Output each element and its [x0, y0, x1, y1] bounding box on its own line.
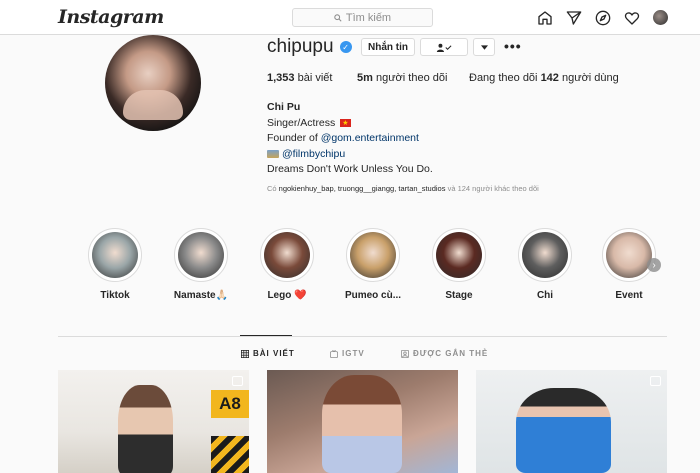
bio-founder-prefix: Founder of	[267, 132, 321, 145]
highlight-item[interactable]: Stage	[429, 228, 489, 301]
search-placeholder: Tìm kiếm	[345, 11, 392, 24]
bio-name: Chi Pu	[267, 101, 301, 113]
post-figure-image	[322, 375, 402, 473]
highlights-next-arrow-icon[interactable]: ›	[647, 258, 661, 272]
tab-tagged-label: ĐƯỢC GẮN THẺ	[413, 349, 489, 358]
following-button[interactable]	[420, 38, 468, 56]
followers-label: người theo dõi	[372, 72, 448, 84]
highlight-label: Lego ❤️	[267, 290, 307, 301]
highlight-ring	[174, 228, 228, 282]
highlight-ring	[88, 228, 142, 282]
multi-photo-icon	[650, 376, 661, 386]
following-prefix: Đang theo dõi	[469, 72, 541, 84]
active-tab-indicator	[240, 335, 292, 336]
highlight-item[interactable]: Chi	[515, 228, 575, 301]
bio-line-2: Founder of @gom.entertainment	[267, 131, 433, 147]
post-figure-image	[516, 388, 611, 473]
followed-by-text[interactable]: Có ngokienhuy_bap, truongg__giangg, tart…	[267, 184, 539, 193]
profile-username: chipupu ✓	[267, 36, 352, 58]
highlight-ring	[518, 228, 572, 282]
post-thumbnail[interactable]: A8	[58, 370, 249, 473]
bio-line-3: @filmbychipu	[267, 147, 433, 163]
bio-role: Singer/Actress	[267, 116, 336, 129]
post-figure-image	[118, 385, 173, 473]
direct-icon[interactable]	[565, 9, 582, 26]
tab-tagged[interactable]: ĐƯỢC GẮN THẺ	[401, 349, 488, 358]
highlight-cover-image	[606, 232, 652, 278]
highlight-label: Tiktok	[100, 290, 130, 301]
gom-entertainment-link[interactable]: @gom.entertainment	[321, 132, 419, 144]
highlight-item[interactable]: Pumeo cù...	[343, 228, 403, 301]
highlight-cover-image	[178, 232, 224, 278]
highlight-cover-image	[522, 232, 568, 278]
tab-divider	[58, 336, 667, 337]
post-warning-stripe	[211, 436, 249, 473]
highlight-cover-image	[264, 232, 310, 278]
username-text: chipupu	[267, 36, 334, 57]
bio-line-1: Singer/Actress	[267, 116, 433, 131]
posts-stat: 1,353 bài viết	[267, 72, 332, 84]
following-stat[interactable]: Đang theo dõi 142 người dùng	[469, 72, 619, 84]
highlight-ring	[602, 228, 656, 282]
highlight-label: Pumeo cù...	[344, 290, 402, 301]
multi-photo-icon	[232, 376, 243, 386]
verified-badge-icon: ✓	[339, 41, 352, 53]
tab-posts[interactable]: BÀI VIẾT	[241, 349, 295, 358]
highlight-item[interactable]: Lego ❤️	[257, 228, 317, 301]
following-label: người dùng	[558, 72, 619, 84]
vietnam-flag-icon	[340, 116, 352, 131]
triangle-down-icon	[480, 44, 488, 50]
highlight-label: Namaste🙏🏻	[173, 290, 229, 301]
explore-icon[interactable]	[594, 9, 611, 26]
post-thumbnail[interactable]	[267, 370, 458, 473]
tab-posts-label: BÀI VIẾT	[253, 349, 295, 358]
highlight-cover-image	[92, 232, 138, 278]
top-navigation-bar: Instagram Tìm kiếm	[0, 0, 700, 35]
posts-label: bài viết	[294, 72, 333, 84]
posts-count: 1,353	[267, 72, 295, 84]
highlight-item[interactable]: Namaste🙏🏻	[171, 228, 231, 301]
following-count: 142	[540, 72, 559, 84]
highlight-label: Event	[615, 290, 643, 301]
followed-by-suffix: và 124 người khác theo dõi	[445, 184, 539, 193]
home-icon[interactable]	[536, 9, 553, 26]
highlight-cover-image	[436, 232, 482, 278]
instagram-logo[interactable]: Instagram	[58, 6, 164, 28]
post-a8-sign: A8	[211, 390, 249, 418]
highlight-ring	[432, 228, 486, 282]
profile-bio: Chi Pu Singer/Actress Founder of @gom.en…	[267, 100, 433, 178]
followers-count: 5m	[357, 72, 373, 84]
suggested-dropdown-button[interactable]	[473, 38, 495, 56]
search-input[interactable]: Tìm kiếm	[292, 8, 433, 27]
message-button[interactable]: Nhắn tin	[361, 38, 415, 56]
person-check-icon	[436, 43, 452, 52]
more-options-icon[interactable]: •••	[504, 38, 522, 54]
grid-icon	[241, 349, 249, 358]
followed-by-users[interactable]: ngokienhuy_bap, truongg__giangg, tartan_…	[279, 184, 446, 193]
tab-igtv-label: IGTV	[342, 349, 365, 358]
post-thumbnail[interactable]	[476, 370, 667, 473]
activity-heart-icon[interactable]	[623, 9, 640, 26]
tab-igtv[interactable]: IGTV	[330, 349, 365, 358]
tagged-icon	[401, 349, 409, 358]
highlight-item[interactable]: Tiktok	[85, 228, 145, 301]
profile-avatar-large[interactable]	[105, 35, 201, 131]
highlight-cover-image	[350, 232, 396, 278]
highlight-label: Stage	[445, 290, 473, 301]
highlight-ring	[346, 228, 400, 282]
highlight-ring	[260, 228, 314, 282]
bio-line-4: Dreams Don't Work Unless You Do.	[267, 163, 433, 176]
followed-by-prefix: Có	[267, 184, 279, 193]
highlight-label: Chi	[536, 290, 554, 301]
search-icon	[334, 13, 342, 22]
igtv-icon	[330, 349, 338, 358]
followers-stat[interactable]: 5m người theo dõi	[357, 72, 447, 84]
film-camera-icon	[267, 150, 279, 158]
profile-avatar[interactable]	[652, 9, 669, 26]
filmbychipu-link[interactable]: @filmbychipu	[282, 148, 345, 160]
